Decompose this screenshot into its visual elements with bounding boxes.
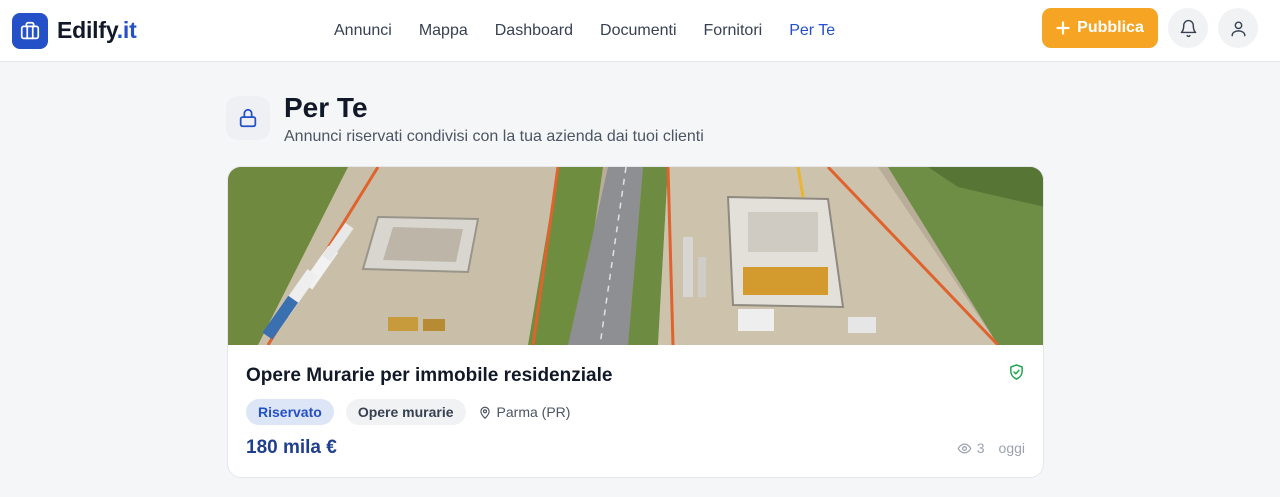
main-nav: Annunci Mappa Dashboard Documenti Fornit… bbox=[334, 0, 862, 62]
nav-per-te[interactable]: Per Te bbox=[789, 22, 835, 40]
views-number: 3 bbox=[976, 440, 985, 456]
listing-body: Opere Murarie per immobile residenziale … bbox=[228, 345, 1043, 459]
nav-mappa[interactable]: Mappa bbox=[419, 22, 468, 40]
listing-image[interactable] bbox=[228, 167, 1043, 345]
nav-dashboard[interactable]: Dashboard bbox=[495, 22, 573, 40]
user-icon bbox=[1230, 20, 1246, 36]
listing-price: 180 mila € bbox=[246, 437, 337, 458]
listing-title[interactable]: Opere Murarie per immobile residenziale bbox=[246, 365, 1025, 387]
reserved-badge: Riservato bbox=[246, 399, 334, 425]
location-text: Parma (PR) bbox=[496, 404, 571, 420]
bell-icon bbox=[1180, 19, 1196, 37]
page-subtitle: Annunci riservati condivisi con la tua a… bbox=[284, 128, 704, 145]
logo[interactable]: Edilfy.it bbox=[12, 12, 137, 49]
nav-fornitori[interactable]: Fornitori bbox=[704, 22, 763, 40]
page-title: Per Te bbox=[284, 92, 368, 123]
page-heading: Per Te Annunci riservati condivisi con l… bbox=[226, 94, 704, 146]
listing-tags: Riservato Opere murarie Parma (PR) bbox=[246, 399, 1025, 425]
publish-button[interactable]: Pubblica bbox=[1042, 8, 1158, 48]
category-badge: Opere murarie bbox=[345, 399, 466, 425]
map-pin-icon bbox=[479, 406, 490, 419]
top-header: Edilfy.it Annunci Mappa Dashboard Docume… bbox=[0, 0, 1280, 62]
listing-location: Parma (PR) bbox=[478, 404, 571, 420]
plus-icon bbox=[1056, 21, 1070, 35]
briefcase-icon bbox=[12, 12, 48, 49]
eye-icon bbox=[957, 443, 972, 453]
listing-meta: 3 oggi bbox=[957, 440, 1025, 456]
header-actions: Pubblica bbox=[1042, 8, 1258, 48]
publish-label: Pubblica bbox=[1077, 19, 1144, 36]
listing-card[interactable]: Opere Murarie per immobile residenziale … bbox=[227, 166, 1044, 478]
profile-button[interactable] bbox=[1218, 8, 1258, 48]
listing-footer: 180 mila € 3 oggi bbox=[246, 437, 1025, 459]
nav-annunci[interactable]: Annunci bbox=[334, 22, 392, 40]
brand-name: Edilfy.it bbox=[57, 17, 137, 43]
notifications-button[interactable] bbox=[1168, 8, 1208, 48]
lock-icon bbox=[226, 96, 270, 140]
view-count: 3 bbox=[957, 440, 985, 456]
verified-shield-icon bbox=[1008, 363, 1025, 386]
nav-documenti[interactable]: Documenti bbox=[600, 22, 676, 40]
listing-date: oggi bbox=[998, 440, 1025, 456]
